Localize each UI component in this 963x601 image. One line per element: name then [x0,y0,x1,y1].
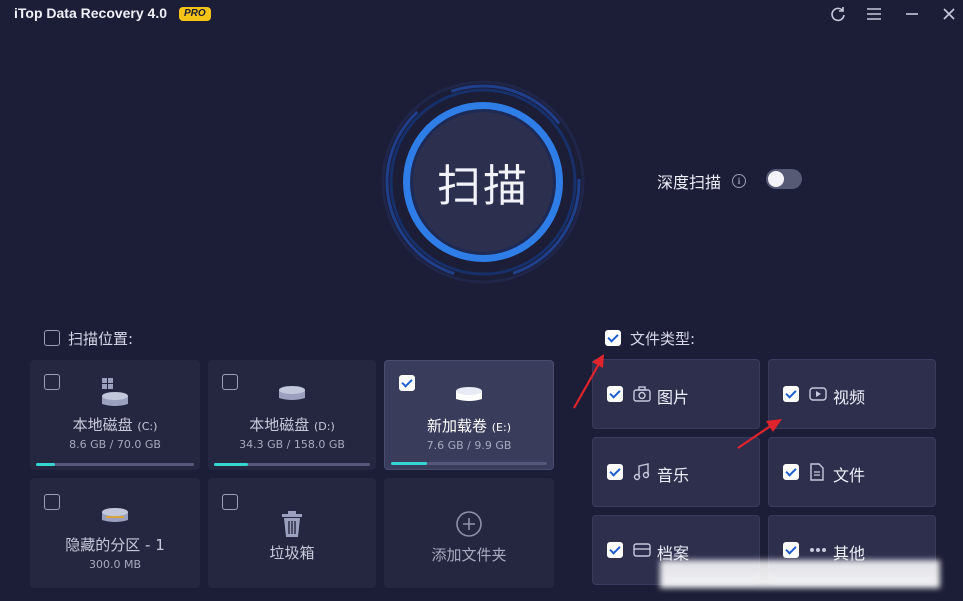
arrow-to-file-types [573,354,604,409]
annotation-arrows [573,354,782,449]
arrow-to-video [737,419,782,449]
